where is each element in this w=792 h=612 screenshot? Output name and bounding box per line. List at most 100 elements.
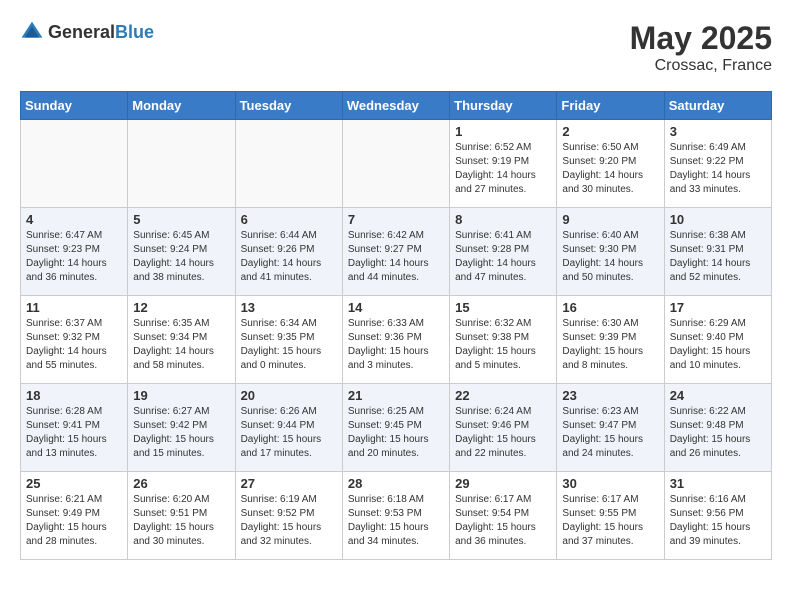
day-number: 19 [133,388,229,403]
day-number: 28 [348,476,444,491]
calendar-cell: 20 Sunrise: 6:26 AM Sunset: 9:44 PM Dayli… [235,384,342,472]
calendar-cell: 22 Sunrise: 6:24 AM Sunset: 9:46 PM Dayli… [450,384,557,472]
day-number: 2 [562,124,658,139]
day-number: 20 [241,388,337,403]
day-info: Sunrise: 6:18 AM Sunset: 9:53 PM Dayligh… [348,493,444,549]
day-info: Sunrise: 6:42 AM Sunset: 9:27 PM Dayligh… [348,229,444,285]
calendar-cell: 16 Sunrise: 6:30 AM Sunset: 9:39 PM Dayli… [557,296,664,384]
logo-icon [20,20,44,44]
day-info: Sunrise: 6:32 AM Sunset: 9:38 PM Dayligh… [455,317,551,373]
calendar-cell: 15 Sunrise: 6:32 AM Sunset: 9:38 PM Dayli… [450,296,557,384]
day-info: Sunrise: 6:17 AM Sunset: 9:55 PM Dayligh… [562,493,658,549]
day-info: Sunrise: 6:17 AM Sunset: 9:54 PM Dayligh… [455,493,551,549]
week-row-1: 1 Sunrise: 6:52 AM Sunset: 9:19 PM Daylig… [21,120,772,208]
day-number: 25 [26,476,122,491]
calendar-cell: 7Sunrise: 6:42 AM Sunset: 9:27 PM Daylig… [342,208,449,296]
day-info: Sunrise: 6:26 AM Sunset: 9:44 PM Dayligh… [241,405,337,461]
day-number: 11 [26,300,122,315]
day-header-saturday: Saturday [664,92,771,120]
week-row-4: 18Sunrise: 6:28 AM Sunset: 9:41 PM Dayli… [21,384,772,472]
day-header-wednesday: Wednesday [342,92,449,120]
day-info: Sunrise: 6:16 AM Sunset: 9:56 PM Dayligh… [670,493,766,549]
day-number: 23 [562,388,658,403]
day-number: 1 [455,124,551,139]
calendar-cell: 24 Sunrise: 6:22 AM Sunset: 9:48 PM Dayli… [664,384,771,472]
day-info: Sunrise: 6:35 AM Sunset: 9:34 PM Dayligh… [133,317,229,373]
day-number: 18 [26,388,122,403]
calendar-table: SundayMondayTuesdayWednesdayThursdayFrid… [20,91,772,560]
day-number: 17 [670,300,766,315]
day-number: 16 [562,300,658,315]
week-row-3: 11 Sunrise: 6:37 AM Sunset: 9:32 PM Dayli… [21,296,772,384]
day-info: Sunrise: 6:33 AM Sunset: 9:36 PM Dayligh… [348,317,444,373]
calendar-cell [21,120,128,208]
day-info: Sunrise: 6:27 AM Sunset: 9:42 PM Dayligh… [133,405,229,461]
calendar-cell: 10 Sunrise: 6:38 AM Sunset: 9:31 PM Dayli… [664,208,771,296]
calendar-cell: 18Sunrise: 6:28 AM Sunset: 9:41 PM Dayli… [21,384,128,472]
day-info: Sunrise: 6:19 AM Sunset: 9:52 PM Dayligh… [241,493,337,549]
calendar-cell: 21Sunrise: 6:25 AM Sunset: 9:45 PM Dayli… [342,384,449,472]
calendar-cell: 1 Sunrise: 6:52 AM Sunset: 9:19 PM Daylig… [450,120,557,208]
day-info: Sunrise: 6:37 AM Sunset: 9:32 PM Dayligh… [26,317,122,373]
day-info: Sunrise: 6:34 AM Sunset: 9:35 PM Dayligh… [241,317,337,373]
month-year: May 2025 [630,20,772,57]
calendar-cell: 5 Sunrise: 6:45 AM Sunset: 9:24 PM Daylig… [128,208,235,296]
week-row-2: 4Sunrise: 6:47 AM Sunset: 9:23 PM Daylig… [21,208,772,296]
calendar-cell: 19 Sunrise: 6:27 AM Sunset: 9:42 PM Dayli… [128,384,235,472]
day-info: Sunrise: 6:20 AM Sunset: 9:51 PM Dayligh… [133,493,229,549]
calendar-cell: 6 Sunrise: 6:44 AM Sunset: 9:26 PM Daylig… [235,208,342,296]
day-info: Sunrise: 6:47 AM Sunset: 9:23 PM Dayligh… [26,229,122,285]
day-info: Sunrise: 6:41 AM Sunset: 9:28 PM Dayligh… [455,229,551,285]
day-number: 15 [455,300,551,315]
calendar-cell: 25 Sunrise: 6:21 AM Sunset: 9:49 PM Dayli… [21,472,128,560]
title-block: May 2025 Crossac, France [630,20,772,75]
calendar-cell: 11 Sunrise: 6:37 AM Sunset: 9:32 PM Dayli… [21,296,128,384]
day-header-thursday: Thursday [450,92,557,120]
day-info: Sunrise: 6:44 AM Sunset: 9:26 PM Dayligh… [241,229,337,285]
calendar-cell: 26 Sunrise: 6:20 AM Sunset: 9:51 PM Dayli… [128,472,235,560]
day-number: 9 [562,212,658,227]
calendar-cell: 9Sunrise: 6:40 AM Sunset: 9:30 PM Daylig… [557,208,664,296]
calendar-cell [342,120,449,208]
day-info: Sunrise: 6:52 AM Sunset: 9:19 PM Dayligh… [455,141,551,197]
day-info: Sunrise: 6:21 AM Sunset: 9:49 PM Dayligh… [26,493,122,549]
day-number: 22 [455,388,551,403]
day-header-row: SundayMondayTuesdayWednesdayThursdayFrid… [21,92,772,120]
day-info: Sunrise: 6:38 AM Sunset: 9:31 PM Dayligh… [670,229,766,285]
day-number: 31 [670,476,766,491]
day-number: 6 [241,212,337,227]
day-number: 26 [133,476,229,491]
day-info: Sunrise: 6:24 AM Sunset: 9:46 PM Dayligh… [455,405,551,461]
calendar-cell: 14 Sunrise: 6:33 AM Sunset: 9:36 PM Dayli… [342,296,449,384]
calendar-cell: 30Sunrise: 6:17 AM Sunset: 9:55 PM Dayli… [557,472,664,560]
day-info: Sunrise: 6:22 AM Sunset: 9:48 PM Dayligh… [670,405,766,461]
day-number: 13 [241,300,337,315]
day-number: 14 [348,300,444,315]
day-info: Sunrise: 6:23 AM Sunset: 9:47 PM Dayligh… [562,405,658,461]
day-info: Sunrise: 6:45 AM Sunset: 9:24 PM Dayligh… [133,229,229,285]
calendar-cell: 4Sunrise: 6:47 AM Sunset: 9:23 PM Daylig… [21,208,128,296]
day-number: 10 [670,212,766,227]
day-number: 27 [241,476,337,491]
week-row-5: 25 Sunrise: 6:21 AM Sunset: 9:49 PM Dayli… [21,472,772,560]
day-info: Sunrise: 6:30 AM Sunset: 9:39 PM Dayligh… [562,317,658,373]
day-info: Sunrise: 6:49 AM Sunset: 9:22 PM Dayligh… [670,141,766,197]
day-number: 3 [670,124,766,139]
calendar-cell: 8 Sunrise: 6:41 AM Sunset: 9:28 PM Daylig… [450,208,557,296]
day-info: Sunrise: 6:29 AM Sunset: 9:40 PM Dayligh… [670,317,766,373]
calendar-cell: 28 Sunrise: 6:18 AM Sunset: 9:53 PM Dayli… [342,472,449,560]
calendar-cell: 12Sunrise: 6:35 AM Sunset: 9:34 PM Dayli… [128,296,235,384]
calendar-cell: 31 Sunrise: 6:16 AM Sunset: 9:56 PM Dayli… [664,472,771,560]
calendar-cell [128,120,235,208]
logo: GeneralBlue [20,20,154,44]
logo-text-blue: Blue [115,22,154,42]
day-header-tuesday: Tuesday [235,92,342,120]
day-header-friday: Friday [557,92,664,120]
calendar-cell: 23 Sunrise: 6:23 AM Sunset: 9:47 PM Dayli… [557,384,664,472]
day-header-sunday: Sunday [21,92,128,120]
day-number: 8 [455,212,551,227]
calendar-cell: 27 Sunrise: 6:19 AM Sunset: 9:52 PM Dayli… [235,472,342,560]
day-number: 24 [670,388,766,403]
page-header: GeneralBlue May 2025 Crossac, France [20,20,772,75]
day-number: 5 [133,212,229,227]
